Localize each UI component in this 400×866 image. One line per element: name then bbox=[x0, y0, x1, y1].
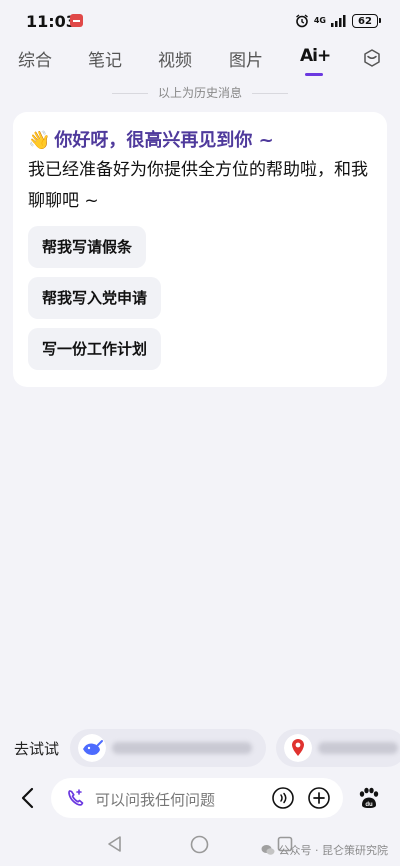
divider-line-right bbox=[252, 93, 288, 94]
suggestion-leave-note[interactable]: 帮我写请假条 bbox=[28, 226, 147, 268]
watermark: 公众号 · 昆仑策研究院 bbox=[261, 842, 389, 858]
tab-comprehensive[interactable]: 综合 bbox=[18, 46, 52, 71]
battery-indicator: 62 bbox=[352, 14, 381, 28]
tab-ai-plus[interactable]: Ai+ bbox=[300, 46, 331, 66]
active-tab-indicator bbox=[305, 73, 323, 76]
signal-icon bbox=[331, 15, 346, 27]
greeting-intro: 我已经准备好为你提供全方位的帮助啦，和我聊聊吧 ~ bbox=[28, 160, 368, 211]
status-indicators: 4G 62 bbox=[295, 12, 381, 30]
svg-text:du: du bbox=[365, 802, 373, 808]
suggestion-work-plan[interactable]: 写一份工作计划 bbox=[28, 328, 162, 370]
try-row: 去试试 bbox=[0, 722, 400, 774]
add-icon[interactable] bbox=[307, 786, 331, 810]
try-label: 去试试 bbox=[14, 740, 60, 758]
nav-back-icon[interactable] bbox=[106, 835, 124, 853]
chip-blurred-text bbox=[318, 742, 398, 754]
input-placeholder: 可以问我任何问题 bbox=[95, 791, 216, 809]
try-chip-deepseek[interactable] bbox=[70, 729, 266, 767]
voice-call-icon[interactable] bbox=[66, 788, 86, 808]
watermark-text: 公众号 · 昆仑策研究院 bbox=[278, 844, 389, 857]
status-bar: 11:03 4G 62 bbox=[0, 0, 400, 42]
tab-notes[interactable]: 笔记 bbox=[88, 46, 122, 71]
question-input[interactable]: 可以问我任何问题 bbox=[51, 778, 343, 818]
input-row: 可以问我任何问题 du bbox=[0, 774, 400, 822]
system-nav-bar: 公众号 · 昆仑策研究院 bbox=[0, 822, 400, 866]
tab-images[interactable]: 图片 bbox=[229, 46, 263, 71]
tab-bar: 综合 笔记 视频 图片 Ai+ bbox=[0, 44, 400, 76]
history-label: 以上为历史消息 bbox=[157, 86, 242, 100]
history-divider: 以上为历史消息 bbox=[0, 84, 400, 102]
back-chevron-icon[interactable] bbox=[18, 786, 38, 810]
map-pin-icon bbox=[284, 734, 312, 762]
voice-input-icon[interactable] bbox=[271, 786, 295, 810]
tab-videos[interactable]: 视频 bbox=[158, 46, 192, 71]
greeting-title: 👋 你好呀，很高兴再见到你 ~ bbox=[28, 126, 274, 152]
whale-icon bbox=[78, 734, 106, 762]
greeting-card: 👋 你好呀，很高兴再见到你 ~ 我已经准备好为你提供全方位的帮助啦，和我聊聊吧 ~… bbox=[13, 112, 387, 387]
baidu-paw-icon[interactable]: du bbox=[356, 786, 380, 810]
greeting-text: 你好呀，很高兴再见到你 ~ bbox=[54, 130, 274, 151]
nav-home-icon[interactable] bbox=[190, 835, 209, 854]
notification-icon bbox=[70, 14, 83, 27]
try-chip-second[interactable] bbox=[276, 729, 400, 767]
wechat-icon bbox=[261, 845, 274, 855]
network-label: 4G bbox=[313, 16, 326, 25]
alarm-icon bbox=[295, 14, 308, 28]
package-box-icon[interactable] bbox=[362, 48, 382, 68]
chip-blurred-text bbox=[112, 742, 252, 754]
waving-hand-icon: 👋 bbox=[28, 130, 51, 151]
suggestion-party-application[interactable]: 帮我写入党申请 bbox=[28, 277, 162, 319]
